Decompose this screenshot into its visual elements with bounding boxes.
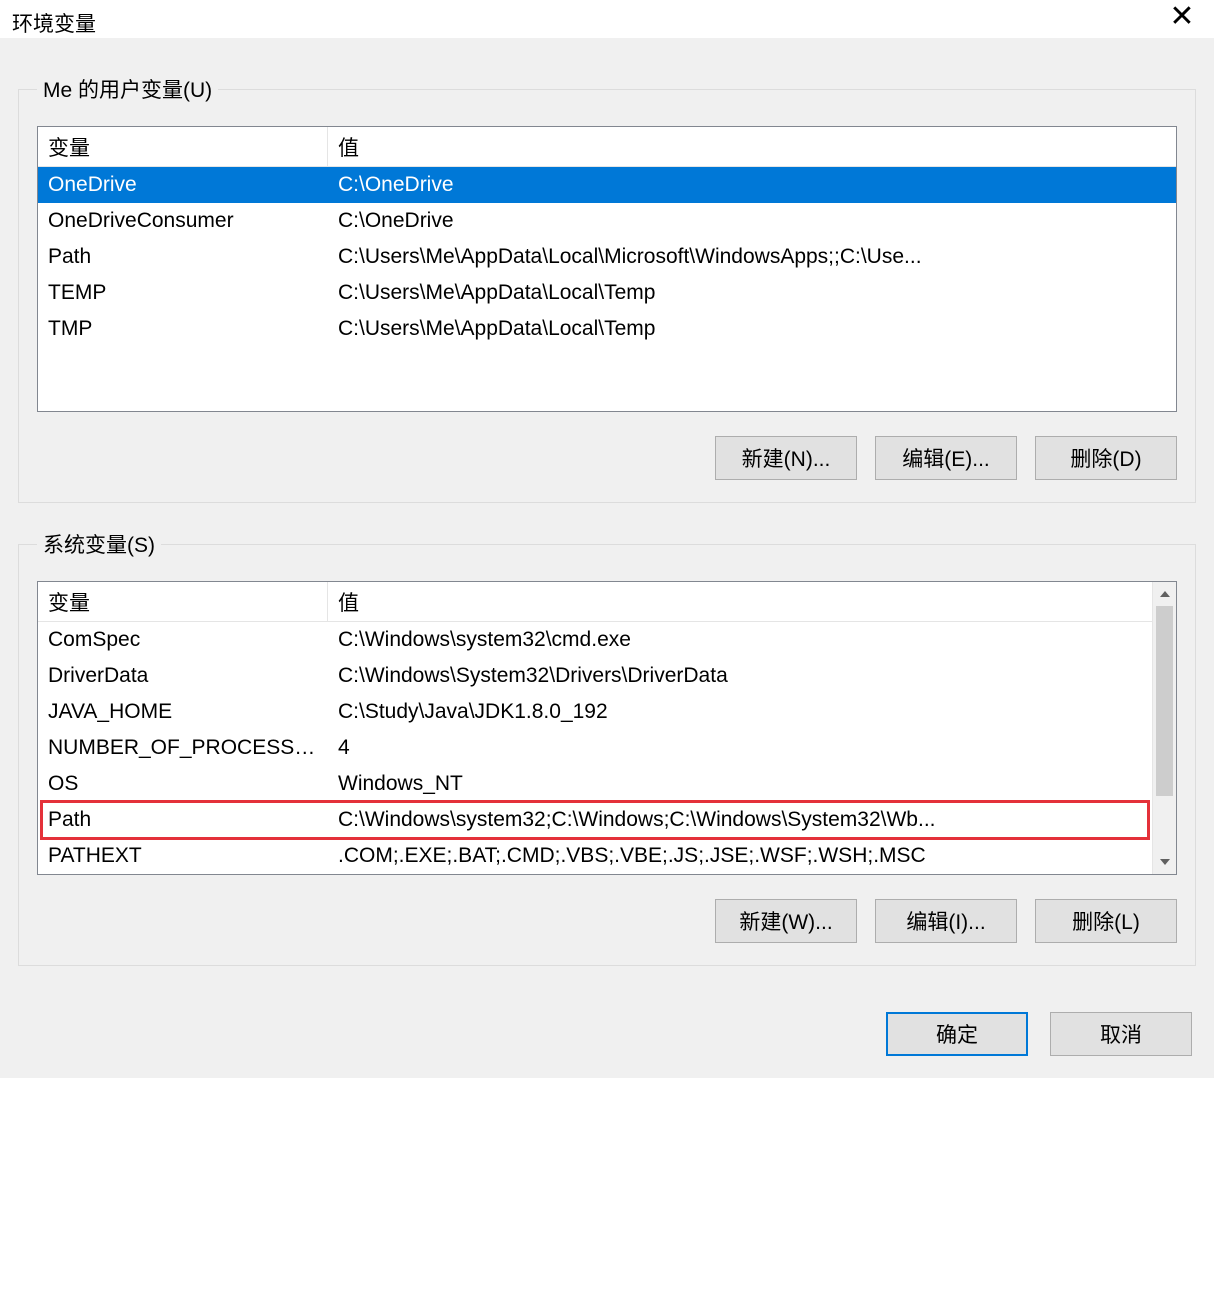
- system-vars-button-row: 新建(W)... 编辑(I)... 删除(L): [37, 899, 1177, 943]
- system-vars-legend: 系统变量(S): [37, 529, 161, 559]
- system-new-button[interactable]: 新建(W)...: [715, 899, 857, 943]
- cell-value: C:\OneDrive: [328, 205, 1176, 237]
- cell-variable: TEMP: [38, 277, 328, 309]
- cell-value: 4: [328, 732, 1152, 764]
- cell-value: C:\Windows\system32\cmd.exe: [328, 624, 1152, 656]
- cell-value: .COM;.EXE;.BAT;.CMD;.VBS;.VBE;.JS;.JSE;.…: [328, 840, 1152, 872]
- table-row[interactable]: OSWindows_NT: [38, 766, 1152, 802]
- table-row[interactable]: PathC:\Users\Me\AppData\Local\Microsoft\…: [38, 239, 1176, 275]
- ok-button[interactable]: 确定: [886, 1012, 1028, 1056]
- cell-variable: Path: [38, 804, 328, 836]
- table-row[interactable]: TMPC:\Users\Me\AppData\Local\Temp: [38, 311, 1176, 347]
- user-delete-button[interactable]: 删除(D): [1035, 436, 1177, 480]
- cell-variable: OneDriveConsumer: [38, 205, 328, 237]
- table-row[interactable]: DriverDataC:\Windows\System32\Drivers\Dr…: [38, 658, 1152, 694]
- cell-variable: PATHEXT: [38, 840, 328, 872]
- window-title: 环境变量: [12, 6, 96, 38]
- system-vars-list[interactable]: 变量 值 ComSpecC:\Windows\system32\cmd.exeD…: [37, 581, 1177, 875]
- cell-value: C:\Users\Me\AppData\Local\Temp: [328, 313, 1176, 345]
- table-row[interactable]: ComSpecC:\Windows\system32\cmd.exe: [38, 622, 1152, 658]
- scroll-track[interactable]: [1153, 606, 1176, 850]
- cell-value: C:\Study\Java\JDK1.8.0_192: [328, 696, 1152, 728]
- titlebar: 环境变量 ✕: [0, 0, 1214, 38]
- cell-value: C:\Users\Me\AppData\Local\Temp: [328, 277, 1176, 309]
- user-vars-list[interactable]: 变量 值 OneDriveC:\OneDriveOneDriveConsumer…: [37, 126, 1177, 412]
- user-vars-legend: Me 的用户变量(U): [37, 74, 218, 104]
- env-vars-dialog: 环境变量 ✕ Me 的用户变量(U) 变量 值 OneDriveC:\OneDr…: [0, 0, 1214, 1078]
- cell-variable: TMP: [38, 313, 328, 345]
- cell-variable: JAVA_HOME: [38, 696, 328, 728]
- scroll-up-icon[interactable]: [1153, 582, 1176, 606]
- cell-value: C:\Users\Me\AppData\Local\Microsoft\Wind…: [328, 241, 1176, 273]
- table-row[interactable]: NUMBER_OF_PROCESSORS4: [38, 730, 1152, 766]
- cell-variable: ComSpec: [38, 624, 328, 656]
- cell-value: C:\Windows\System32\Drivers\DriverData: [328, 660, 1152, 692]
- system-vars-header-row: 变量 值: [38, 582, 1152, 622]
- user-vars-group: Me 的用户变量(U) 变量 值 OneDriveC:\OneDriveOneD…: [18, 74, 1196, 503]
- table-row[interactable]: OneDriveC:\OneDrive: [38, 167, 1176, 203]
- scroll-down-icon[interactable]: [1153, 850, 1176, 874]
- cell-value: Windows_NT: [328, 768, 1152, 800]
- user-vars-list-filler: [38, 347, 1176, 411]
- cell-variable: OS: [38, 768, 328, 800]
- system-delete-button[interactable]: 删除(L): [1035, 899, 1177, 943]
- system-vars-scrollbar[interactable]: [1152, 582, 1176, 874]
- user-vars-button-row: 新建(N)... 编辑(E)... 删除(D): [37, 436, 1177, 480]
- cancel-button[interactable]: 取消: [1050, 1012, 1192, 1056]
- system-vars-group: 系统变量(S) 变量 值 ComSpecC:\Windows\system32\…: [18, 529, 1196, 966]
- user-edit-button[interactable]: 编辑(E)...: [875, 436, 1017, 480]
- cell-variable: OneDrive: [38, 169, 328, 201]
- cell-variable: Path: [38, 241, 328, 273]
- cell-variable: NUMBER_OF_PROCESSORS: [38, 732, 328, 764]
- table-row[interactable]: TEMPC:\Users\Me\AppData\Local\Temp: [38, 275, 1176, 311]
- dialog-footer: 确定 取消: [18, 1012, 1196, 1056]
- col-header-value[interactable]: 值: [328, 582, 1152, 621]
- col-header-value[interactable]: 值: [328, 127, 1176, 166]
- col-header-variable[interactable]: 变量: [38, 582, 328, 621]
- cell-value: C:\OneDrive: [328, 169, 1176, 201]
- table-row[interactable]: PathC:\Windows\system32;C:\Windows;C:\Wi…: [38, 802, 1152, 838]
- table-row[interactable]: OneDriveConsumerC:\OneDrive: [38, 203, 1176, 239]
- scroll-thumb[interactable]: [1156, 606, 1173, 796]
- cell-variable: DriverData: [38, 660, 328, 692]
- user-vars-header-row: 变量 值: [38, 127, 1176, 167]
- cell-value: C:\Windows\system32;C:\Windows;C:\Window…: [328, 804, 1152, 836]
- system-edit-button[interactable]: 编辑(I)...: [875, 899, 1017, 943]
- table-row[interactable]: JAVA_HOMEC:\Study\Java\JDK1.8.0_192: [38, 694, 1152, 730]
- user-new-button[interactable]: 新建(N)...: [715, 436, 857, 480]
- content-area: Me 的用户变量(U) 变量 值 OneDriveC:\OneDriveOneD…: [0, 38, 1214, 1078]
- close-icon[interactable]: ✕: [1162, 6, 1202, 28]
- col-header-variable[interactable]: 变量: [38, 127, 328, 166]
- table-row[interactable]: PATHEXT.COM;.EXE;.BAT;.CMD;.VBS;.VBE;.JS…: [38, 838, 1152, 874]
